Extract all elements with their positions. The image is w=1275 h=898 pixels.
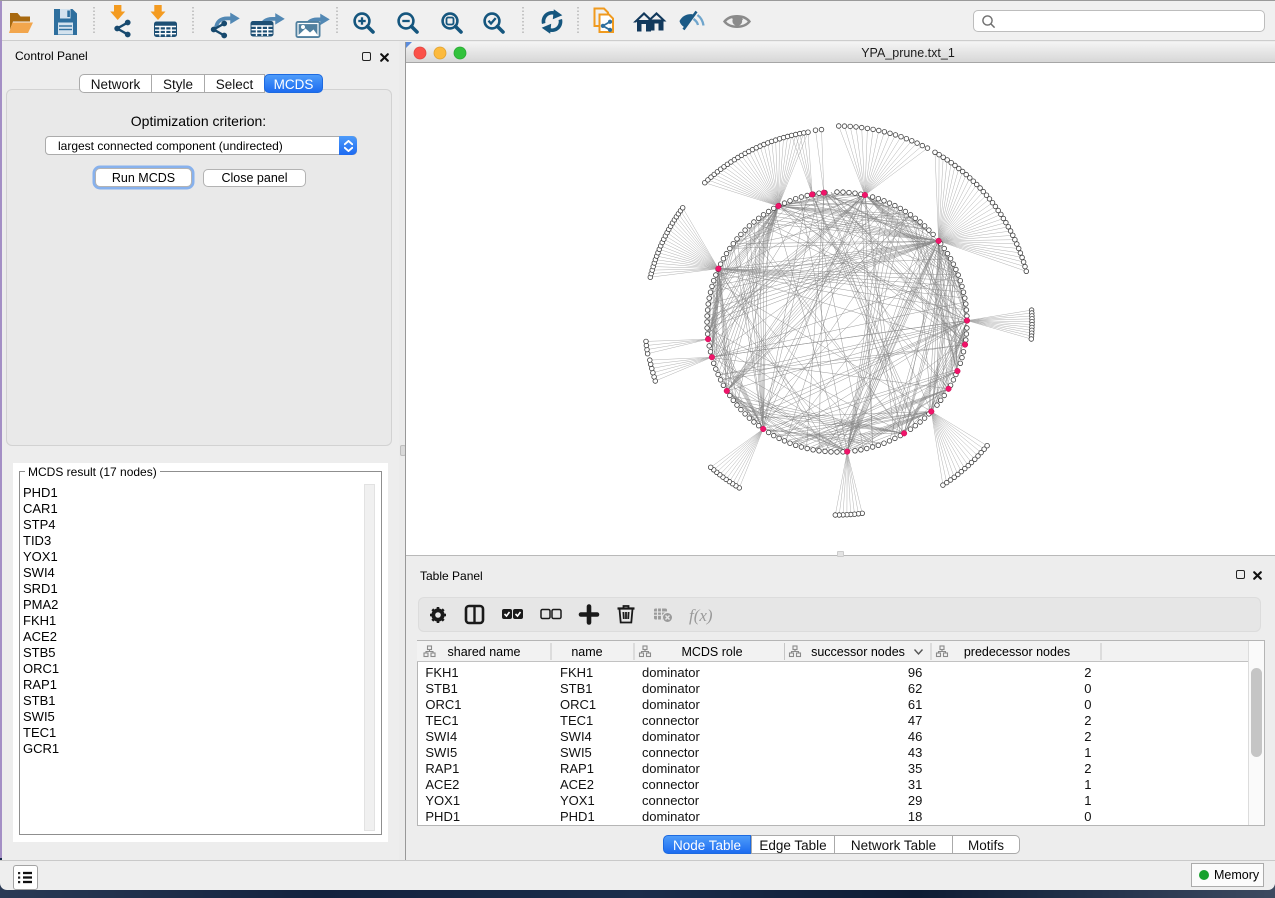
svg-text:dominator: dominator (642, 681, 700, 696)
svg-text:dominator: dominator (642, 761, 700, 776)
svg-text:29: 29 (908, 793, 922, 808)
svg-text:18: 18 (908, 809, 922, 824)
svg-text:predecessor nodes: predecessor nodes (964, 645, 1070, 659)
svg-text:FKH1: FKH1 (560, 665, 593, 680)
svg-text:2: 2 (1084, 761, 1091, 776)
svg-text:2: 2 (1084, 729, 1091, 744)
svg-text:2: 2 (1084, 665, 1091, 680)
svg-text:SWI4: SWI4 (560, 729, 592, 744)
svg-text:shared name: shared name (448, 645, 521, 659)
svg-text:YOX1: YOX1 (425, 793, 460, 808)
svg-text:dominator: dominator (642, 729, 700, 744)
svg-text:61: 61 (908, 697, 922, 712)
svg-text:1: 1 (1084, 745, 1091, 760)
svg-text:STB1: STB1 (560, 681, 593, 696)
svg-text:YOX1: YOX1 (560, 793, 595, 808)
svg-text:TEC1: TEC1 (425, 713, 458, 728)
svg-text:43: 43 (908, 745, 922, 760)
svg-text:1: 1 (1084, 793, 1091, 808)
svg-text:connector: connector (642, 777, 700, 792)
svg-text:STB1: STB1 (425, 681, 458, 696)
svg-text:ACE2: ACE2 (425, 777, 459, 792)
svg-text:0: 0 (1084, 809, 1091, 824)
svg-text:ORC1: ORC1 (560, 697, 596, 712)
svg-text:SWI4: SWI4 (425, 729, 457, 744)
svg-text:f(x): f(x) (689, 606, 713, 625)
svg-text:TEC1: TEC1 (560, 713, 593, 728)
svg-text:dominator: dominator (642, 697, 700, 712)
svg-text:RAP1: RAP1 (560, 761, 594, 776)
svg-text:0: 0 (1084, 697, 1091, 712)
svg-text:connector: connector (642, 745, 700, 760)
svg-text:dominator: dominator (642, 809, 700, 824)
svg-text:35: 35 (908, 761, 922, 776)
svg-text:connector: connector (642, 793, 700, 808)
svg-text:SWI5: SWI5 (425, 745, 457, 760)
svg-text:dominator: dominator (642, 665, 700, 680)
svg-text:PHD1: PHD1 (425, 809, 460, 824)
svg-text:1: 1 (1084, 777, 1091, 792)
svg-text:96: 96 (908, 665, 922, 680)
svg-text:FKH1: FKH1 (425, 665, 458, 680)
svg-text:31: 31 (908, 777, 922, 792)
svg-text:ORC1: ORC1 (425, 697, 461, 712)
svg-text:62: 62 (908, 681, 922, 696)
svg-text:2: 2 (1084, 713, 1091, 728)
svg-text:0: 0 (1084, 681, 1091, 696)
svg-text:MCDS role: MCDS role (681, 645, 742, 659)
svg-text:RAP1: RAP1 (425, 761, 459, 776)
svg-text:PHD1: PHD1 (560, 809, 595, 824)
svg-text:47: 47 (908, 713, 922, 728)
svg-text:successor nodes: successor nodes (811, 645, 905, 659)
svg-text:connector: connector (642, 713, 700, 728)
svg-text:SWI5: SWI5 (560, 745, 592, 760)
svg-text:ACE2: ACE2 (560, 777, 594, 792)
svg-text:46: 46 (908, 729, 922, 744)
svg-text:name: name (571, 645, 602, 659)
